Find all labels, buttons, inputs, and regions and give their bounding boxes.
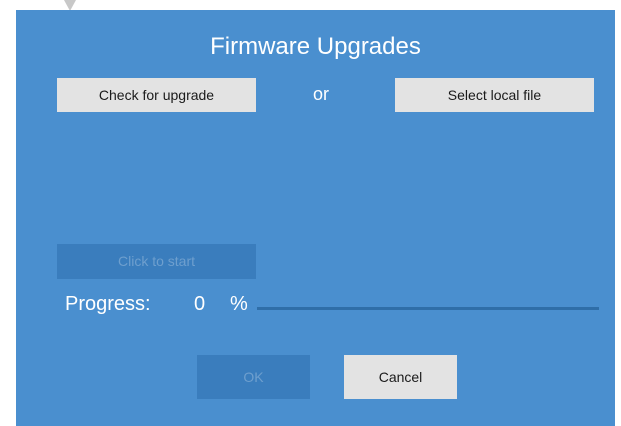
progress-unit: % [230, 293, 248, 315]
or-label: or [312, 84, 329, 104]
progress-label: Progress: [65, 293, 151, 315]
cancel-button[interactable]: Cancel [344, 355, 457, 399]
firmware-upgrade-dialog: Firmware Upgrades Check for upgrade or S… [16, 10, 615, 426]
check-for-upgrade-button[interactable]: Check for upgrade [57, 78, 256, 112]
click-to-start-button[interactable]: Click to start [57, 244, 256, 279]
select-local-file-button[interactable]: Select local file [395, 78, 594, 112]
ok-button[interactable]: OK [197, 355, 310, 399]
dialog-title: Firmware Upgrades [210, 33, 421, 60]
progress-value: 0 [194, 293, 206, 315]
progress-bar [257, 307, 599, 310]
